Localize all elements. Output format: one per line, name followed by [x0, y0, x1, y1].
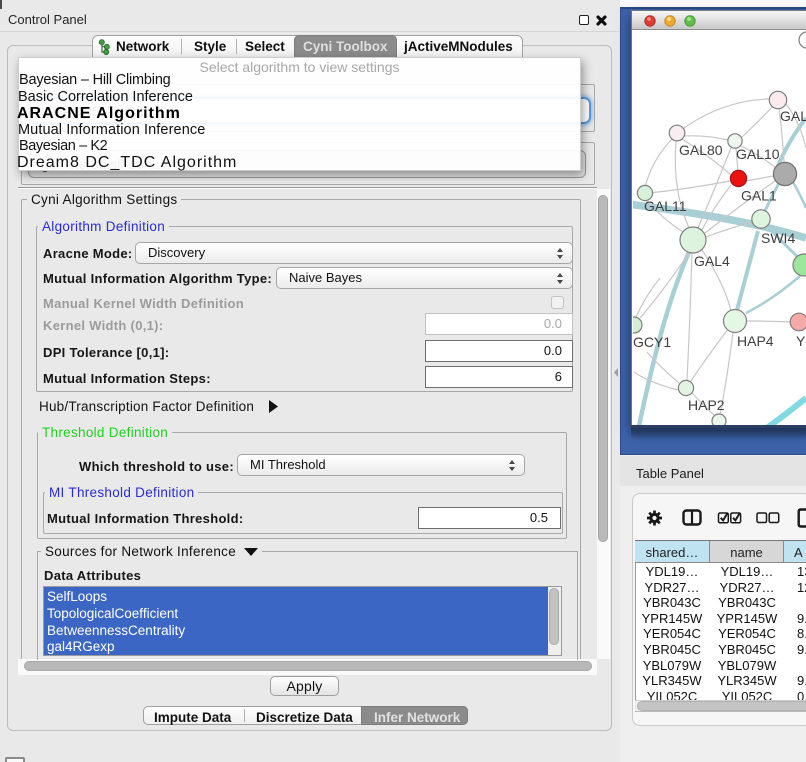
svg-text:GAL1: GAL1 — [741, 188, 777, 204]
svg-text:GAL80: GAL80 — [679, 142, 723, 158]
svg-text:GAL4: GAL4 — [694, 253, 730, 269]
svg-text:GAL11: GAL11 — [644, 198, 687, 214]
svg-text:GAL10: GAL10 — [736, 146, 780, 162]
svg-text:GCY1: GCY1 — [633, 334, 671, 350]
svg-text:HAP2: HAP2 — [688, 397, 725, 413]
svg-text:HAP4: HAP4 — [737, 333, 774, 349]
svg-text:Y: Y — [796, 333, 806, 349]
svg-text:GAL: GAL — [780, 108, 806, 124]
svg-text:SWI4: SWI4 — [761, 230, 795, 246]
